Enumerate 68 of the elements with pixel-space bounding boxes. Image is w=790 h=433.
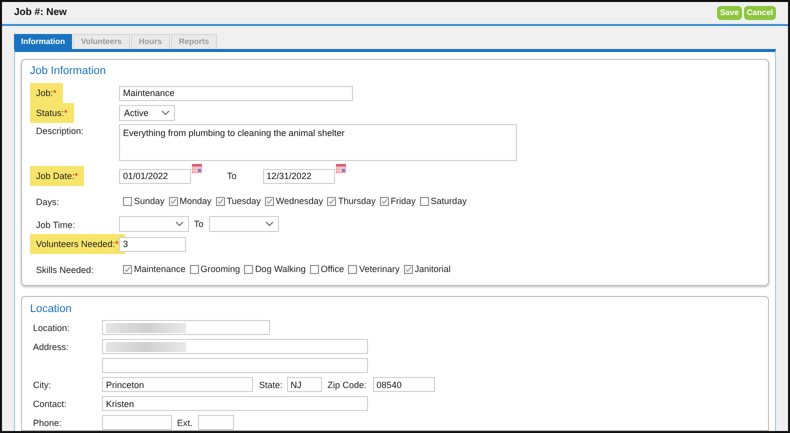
checkbox-option[interactable]: Office [310, 263, 344, 275]
field-label: Location: [33, 323, 70, 333]
checkbox-option[interactable]: Saturday [420, 195, 467, 207]
checkbox[interactable] [216, 196, 225, 206]
field-label: To [227, 170, 237, 182]
field-label: Skills Needed: [36, 264, 94, 274]
checkbox-option[interactable]: Janitorial [404, 263, 451, 275]
text-field[interactable] [102, 415, 172, 430]
field-label: Job Time: [36, 220, 76, 230]
dropdown[interactable]: Active [119, 105, 175, 121]
field-label: Ext. [177, 416, 193, 428]
text-field[interactable]: Maintenance [119, 86, 353, 100]
calendar-icon[interactable] [192, 164, 202, 173]
text-field[interactable]: 3 [119, 236, 186, 252]
field-label: Job:* [30, 83, 63, 103]
field-label: Contact: [33, 399, 67, 409]
field-label: Job Date:* [30, 166, 84, 186]
text-field[interactable]: 12/31/2022 [262, 168, 335, 184]
field-label: To [194, 218, 204, 230]
text-field[interactable] [102, 339, 368, 354]
field-label: Address: [33, 342, 69, 352]
checkbox-option[interactable]: Tuesday [216, 195, 261, 207]
checkbox[interactable] [404, 264, 413, 274]
checkbox[interactable] [327, 196, 336, 206]
text-field[interactable] [102, 320, 270, 335]
field-label: Zip Code: [328, 378, 367, 390]
chevron-down-icon [161, 110, 170, 116]
description-field[interactable]: Everything from plumbing to cleaning the animal shelter [119, 124, 517, 161]
chevron-down-icon [264, 221, 274, 227]
checkbox-option[interactable]: Grooming [190, 263, 240, 275]
text-field[interactable] [198, 415, 234, 430]
checkbox[interactable] [310, 264, 319, 274]
checkbox[interactable] [348, 264, 358, 274]
text-field[interactable]: Princeton [102, 377, 253, 392]
section-title: Job Information [30, 65, 107, 77]
field-label: Volunteers Needed:* [30, 234, 125, 254]
field-label: City: [33, 380, 51, 390]
calendar-icon[interactable] [336, 164, 346, 173]
field-label: Days: [36, 196, 60, 206]
field-label: Description: [36, 126, 84, 136]
page-title: Job #: New [14, 7, 67, 19]
checkbox-option[interactable]: Maintenance [123, 263, 186, 275]
text-field[interactable] [102, 358, 368, 373]
checkbox-option[interactable]: Sunday [123, 195, 165, 207]
checkbox-option[interactable]: Friday [380, 195, 416, 207]
field-label: Phone: [33, 418, 62, 428]
text-field[interactable]: Kristen [102, 396, 368, 411]
chevron-down-icon [175, 221, 184, 227]
checkbox-option[interactable]: Wednesday [264, 195, 324, 207]
text-field[interactable]: 08540 [372, 377, 435, 392]
checkbox-option[interactable]: Dog Walking [244, 263, 306, 275]
field-label: State: [259, 378, 283, 390]
checkbox[interactable] [380, 196, 389, 206]
checkbox-option[interactable]: Veterinary [348, 263, 400, 275]
text-field[interactable]: 01/01/2022 [119, 168, 191, 184]
checkbox[interactable] [123, 264, 132, 274]
text-field[interactable]: NJ [286, 377, 322, 392]
checkbox[interactable] [264, 196, 274, 206]
checkbox[interactable] [420, 196, 429, 206]
section-title: Location [30, 302, 73, 316]
checkbox-option[interactable]: Monday [168, 195, 212, 207]
checkbox[interactable] [190, 264, 199, 274]
checkbox[interactable] [168, 196, 178, 206]
checkbox-option[interactable]: Thursday [327, 195, 376, 207]
field-label: Status:* [30, 103, 74, 123]
tab[interactable]: Information [14, 34, 72, 49]
checkbox[interactable] [123, 196, 132, 206]
checkbox[interactable] [244, 264, 254, 274]
